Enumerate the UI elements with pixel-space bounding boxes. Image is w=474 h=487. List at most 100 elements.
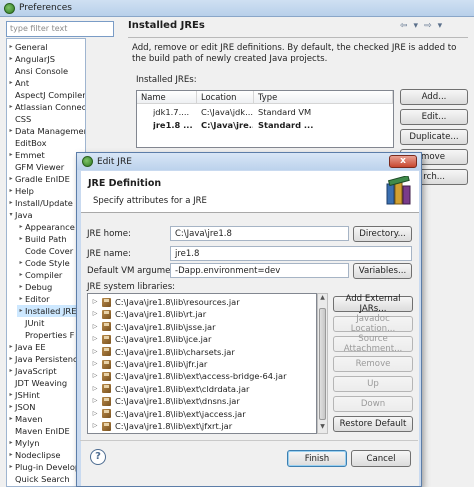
tree-item[interactable]: ▸ Editor — [17, 293, 49, 305]
tree-item[interactable]: ▸ Installed JRE — [17, 305, 77, 317]
forward-icon[interactable]: ⇨ — [424, 21, 432, 31]
tree-item[interactable]: ▸ Emmet — [7, 149, 44, 161]
library-item[interactable]: ▷ C:\Java\jre1.8\lib\jsse.jar — [88, 321, 216, 333]
expand-toggle-icon[interactable]: ▷ — [88, 346, 102, 358]
library-item[interactable]: ▷ C:\Java\jre1.8\lib\ext\jfxrt.jar — [88, 420, 232, 432]
tree-item[interactable]: ▸ JSHint — [7, 389, 39, 401]
variables-button[interactable]: Variables... — [353, 263, 412, 279]
expand-toggle-icon[interactable]: ▸ — [7, 449, 15, 461]
table-row[interactable]: ✓ jre1.8 ... C:\Java\jre... Standard ... — [137, 119, 393, 131]
down-button[interactable]: Down — [333, 396, 413, 412]
source-attachment-button[interactable]: Source Attachment... — [333, 334, 413, 354]
expand-toggle-icon[interactable]: ▸ — [7, 53, 15, 65]
tree-item[interactable]: ▸Atlassian Connector — [7, 101, 85, 113]
filter-input[interactable]: type filter text — [6, 21, 114, 37]
remove-library-button[interactable]: Remove — [333, 356, 413, 372]
vm-args-field[interactable]: -Dapp.environment=dev — [170, 263, 349, 278]
expand-toggle-icon[interactable]: ▷ — [88, 308, 102, 320]
expand-toggle-icon[interactable]: ▸ — [7, 401, 15, 413]
tree-item[interactable]: ▸ Appearance — [17, 221, 74, 233]
chevron-down-icon[interactable]: ▾ — [414, 21, 419, 31]
library-item[interactable]: ▷ C:\Java\jre1.8\lib\ext\jaccess.jar — [88, 408, 246, 420]
tree-item[interactable]: AspectJ Compiler — [7, 89, 85, 101]
expand-toggle-icon[interactable]: ▷ — [88, 408, 102, 420]
tree-item[interactable]: CSS — [7, 113, 31, 125]
expand-toggle-icon[interactable]: ▸ — [7, 461, 15, 473]
expand-toggle-icon[interactable]: ▸ — [17, 281, 25, 293]
expand-toggle-icon[interactable]: ▷ — [88, 370, 102, 382]
expand-toggle-icon[interactable]: ▸ — [7, 353, 15, 365]
expand-toggle-icon[interactable]: ▸ — [7, 341, 15, 353]
chevron-down-icon[interactable]: ▾ — [438, 21, 443, 31]
expand-toggle-icon[interactable]: ▸ — [7, 101, 15, 113]
tree-item[interactable]: ▸ Compiler — [17, 269, 62, 281]
tree-item[interactable]: ▸ Java Persistence — [7, 353, 82, 365]
library-item[interactable]: ▷ C:\Java\jre1.8\lib\resources.jar — [88, 296, 240, 308]
jre-libraries-list[interactable]: ▷ C:\Java\jre1.8\lib\resources.jar ▷ C:\Jav… — [87, 293, 317, 434]
expand-toggle-icon[interactable]: ▸ — [7, 437, 15, 449]
expand-toggle-icon[interactable]: ▸ — [7, 173, 15, 185]
library-item[interactable]: ▷ C:\Java\jre1.8\lib\ext\cldrdata.jar — [88, 383, 250, 395]
expand-toggle-icon[interactable]: ▸ — [7, 185, 15, 197]
expand-toggle-icon[interactable]: ▸ — [17, 257, 25, 269]
preferences-tree[interactable]: ▸ General ▸ AngularJS Ansi Console ▸ Ant Aspect… — [6, 38, 86, 487]
expand-toggle-icon[interactable]: ▸ — [7, 77, 15, 89]
expand-toggle-icon[interactable]: ▸ — [17, 221, 25, 233]
add-external-jars-button[interactable]: Add External JARs... — [333, 294, 413, 314]
finish-button[interactable]: Finish — [287, 450, 347, 467]
tree-item[interactable]: ▸ Java EE — [7, 341, 45, 353]
tree-item[interactable]: ▸ Ant — [7, 77, 29, 89]
tree-item[interactable]: JDT Weaving — [7, 377, 67, 389]
expand-toggle-icon[interactable]: ▸ — [17, 269, 25, 281]
tree-item[interactable]: ▸ Mylyn — [7, 437, 39, 449]
expand-toggle-icon[interactable]: ▾ — [7, 209, 15, 221]
expand-toggle-icon[interactable]: ▸ — [7, 365, 15, 377]
expand-toggle-icon[interactable]: ▷ — [88, 321, 102, 333]
edit-jre-button[interactable]: Edit... — [400, 109, 468, 125]
add-jre-button[interactable]: Add... — [400, 89, 468, 105]
expand-toggle-icon[interactable]: ▷ — [88, 358, 102, 370]
tree-item[interactable]: JUnit — [17, 317, 44, 329]
tree-item[interactable]: ▸ Help — [7, 185, 33, 197]
library-item[interactable]: ▷ C:\Java\jre1.8\lib\ext\access-bridge-64… — [88, 370, 287, 382]
expand-toggle-icon[interactable]: ▸ — [7, 413, 15, 425]
library-item[interactable]: ▷ C:\Java\jre1.8\lib\ext\dnsns.jar — [88, 395, 240, 407]
expand-toggle-icon[interactable]: ▸ — [17, 305, 25, 317]
tree-item[interactable]: EditBox — [7, 137, 47, 149]
tree-item[interactable]: Code Cover — [17, 245, 73, 257]
column-header-location[interactable]: Location — [197, 91, 254, 104]
expand-toggle-icon[interactable]: ▷ — [88, 333, 102, 345]
libraries-scrollbar[interactable]: ▲ ▼ — [317, 293, 328, 434]
library-item[interactable]: ▷ C:\Java\jre1.8\lib\jce.jar — [88, 333, 212, 345]
tree-item[interactable]: GFM Viewer — [7, 161, 64, 173]
column-header-type[interactable]: Type — [254, 91, 393, 104]
expand-toggle-icon[interactable]: ▷ — [88, 395, 102, 407]
tree-item[interactable]: ▸ AngularJS — [7, 53, 55, 65]
tree-item[interactable]: Quick Search — [7, 473, 70, 485]
javadoc-location-button[interactable]: Javadoc Location... — [333, 314, 413, 334]
expand-toggle-icon[interactable]: ▸ — [17, 293, 25, 305]
expand-toggle-icon[interactable]: ▷ — [88, 420, 102, 432]
tree-item[interactable]: ▸ Nodeclipse — [7, 449, 60, 461]
tree-item[interactable]: ▸ JavaScript — [7, 365, 56, 377]
tree-item[interactable]: ▸ Gradle EnIDE — [7, 173, 69, 185]
tree-item[interactable]: ▸ Install/Update — [7, 197, 72, 209]
expand-toggle-icon[interactable]: ▸ — [7, 149, 15, 161]
restore-default-button[interactable]: Restore Default — [333, 416, 413, 432]
table-row[interactable]: jdk1.7.... C:\Java\jdk... Standard VM — [137, 106, 393, 118]
library-item[interactable]: ▷ C:\Java\jre1.8\lib\rt.jar — [88, 308, 206, 320]
column-header-name[interactable]: Name — [137, 91, 197, 104]
duplicate-jre-button[interactable]: Duplicate... — [400, 129, 468, 145]
expand-toggle-icon[interactable]: ▸ — [7, 389, 15, 401]
tree-item[interactable]: Properties F — [17, 329, 74, 341]
expand-toggle-icon[interactable]: ▸ — [17, 233, 25, 245]
tree-item[interactable]: ▸ Maven — [7, 413, 42, 425]
expand-toggle-icon[interactable]: ▸ — [7, 125, 15, 137]
back-icon[interactable]: ⇦ — [400, 21, 408, 31]
tree-item[interactable]: ▸ General — [7, 41, 47, 53]
tree-item[interactable]: Maven EnIDE — [7, 425, 70, 437]
tree-item[interactable]: ▸ Data Management — [7, 125, 85, 137]
help-icon[interactable]: ? — [90, 449, 106, 465]
up-button[interactable]: Up — [333, 376, 413, 392]
scroll-up-icon[interactable]: ▲ — [318, 294, 327, 304]
